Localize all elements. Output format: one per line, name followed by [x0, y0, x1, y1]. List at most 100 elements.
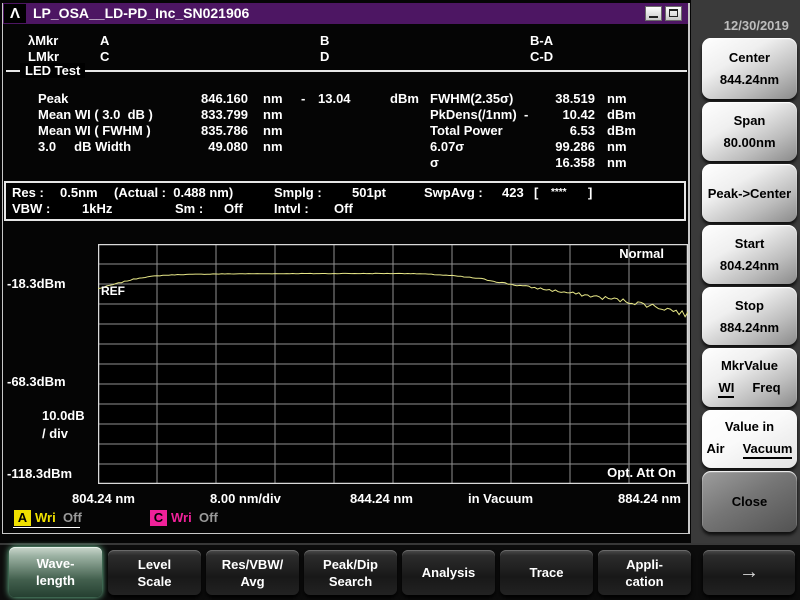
center-button-value: 844.24nm	[719, 72, 780, 87]
mean-wl-fwhm-unit: nm	[263, 123, 283, 138]
marker-c-d-label: C-D	[530, 49, 554, 64]
fwhm-unit: nm	[607, 91, 627, 106]
close-button[interactable]: Close	[702, 471, 797, 532]
x-axis-center-label: 844.24 nm	[350, 491, 413, 506]
total-power-unit: dBm	[607, 123, 636, 138]
start-button-value: 804.24nm	[719, 258, 780, 273]
window-titlebar: Λ LP_OSA__LD-PD_Inc_SN021906	[3, 3, 688, 24]
trace-mode-label: Normal	[619, 246, 664, 261]
sampling-value: 501pt	[352, 185, 386, 200]
level-marker-label: LMkr	[28, 49, 60, 64]
six-sigma-unit: nm	[607, 139, 627, 154]
peak-wavelength-unit: nm	[263, 91, 283, 106]
y-axis-mid-level-label: -68.3dBm	[7, 374, 66, 389]
tab-trace[interactable]: Trace	[500, 550, 593, 595]
res-actual-value: (Actual : 0.488 nm)	[114, 185, 234, 200]
pkdens-unit: dBm	[607, 107, 636, 122]
tab-peak-dip-search[interactable]: Peak/Dip Search	[304, 550, 397, 595]
tab-wavelength-label-line2: length	[36, 573, 75, 588]
start-button-label: Start	[734, 236, 765, 251]
six-sigma-label: 6.07σ	[430, 139, 465, 154]
trace-a-active-underline	[13, 527, 80, 528]
mean-wl-fwhm-value: 835.786	[201, 123, 248, 138]
sigma-unit: nm	[607, 155, 627, 170]
mean-wl-fwhm-label: Mean WI ( FWHM )	[38, 123, 151, 138]
tab-application-label-line1: Appli-	[626, 556, 663, 572]
trace-c-badge: C	[150, 510, 167, 526]
marker-b-a-label: B-A	[530, 33, 554, 48]
window-title: LP_OSA__LD-PD_Inc_SN021906	[33, 5, 250, 21]
mean-wl-3db-value: 833.799	[201, 107, 248, 122]
screen-border-left	[2, 3, 3, 534]
peak-to-center-button[interactable]: Peak->Center	[702, 164, 797, 222]
tab-res-vbw-avg-label-line1: Res/VBW/	[221, 556, 284, 572]
osa-application-window: Λ LP_OSA__LD-PD_Inc_SN021906 λMkr A B B-…	[0, 0, 800, 600]
vbw-value: 1kHz	[82, 201, 113, 216]
tab-res-vbw-avg-label-line2: Avg	[240, 573, 265, 589]
six-sigma-value: 99.286	[555, 139, 595, 154]
y-axis-scale-label: 10.0dB	[42, 408, 85, 423]
peak-wavelength-value: 846.160	[201, 91, 248, 106]
system-date: 12/30/2019	[723, 18, 789, 33]
marker-value-option-frequency[interactable]: Freq	[752, 380, 780, 398]
minimize-button[interactable]	[645, 6, 662, 21]
value-in-toggle-button[interactable]: Value in Air Vacuum	[702, 410, 797, 468]
interval-label: Intvl :	[274, 201, 309, 216]
tab-analysis[interactable]: Analysis	[402, 550, 495, 595]
total-power-label: Total Power	[430, 123, 503, 138]
span-button[interactable]: Span 80.00nm	[702, 102, 797, 161]
pkdens-sign: -	[524, 107, 529, 122]
tab-analysis-label: Analysis	[421, 565, 476, 580]
tab-level-scale-label-line1: Level	[137, 556, 172, 572]
sweep-average-bracket-open: [	[534, 185, 539, 200]
total-power-value: 6.53	[569, 123, 595, 138]
tab-res-vbw-avg[interactable]: Res/VBW/ Avg	[206, 550, 299, 595]
res-label: Res :	[12, 185, 44, 200]
tab-wavelength-label-line1: Wave-	[36, 556, 75, 571]
stop-wavelength-button[interactable]: Stop 884.24nm	[702, 287, 797, 345]
span-button-value: 80.00nm	[723, 135, 776, 150]
x-axis-stop-label: 884.24 nm	[618, 491, 681, 506]
mean-wl-3db-label: Mean WI ( 3.0 dB )	[38, 107, 153, 122]
value-in-option-air[interactable]: Air	[707, 441, 725, 459]
tab-more-menus[interactable]: →	[703, 550, 795, 595]
tab-wavelength[interactable]: Wave- length	[9, 547, 102, 597]
anritsu-logo-icon: Λ	[4, 4, 26, 23]
trace-a-badge: A	[14, 510, 31, 526]
maximize-button[interactable]	[665, 6, 682, 21]
softkey-panel: 12/30/2019 11:51:36 Center 844.24nm Span…	[691, 0, 800, 543]
spectrum-plot: REF Normal Opt. Att On	[98, 244, 688, 484]
tab-trace-label: Trace	[529, 565, 564, 580]
peak-to-center-button-label: Peak->Center	[707, 185, 792, 201]
screen-border-bottom	[2, 533, 690, 534]
marker-value-toggle-button[interactable]: MkrValue WI Freq	[702, 348, 797, 407]
peak-label: Peak	[38, 91, 69, 106]
led-test-section-title: LED Test	[20, 63, 86, 78]
sweep-average-label: SwpAvg :	[424, 185, 483, 200]
tab-level-scale[interactable]: Level Scale	[108, 550, 201, 595]
sweep-average-stars: ****	[551, 187, 567, 198]
x-axis-start-label: 804.24 nm	[72, 491, 135, 506]
value-in-option-vacuum[interactable]: Vacuum	[742, 441, 793, 459]
marker-a-label: A	[100, 33, 110, 48]
stop-button-value: 884.24nm	[719, 319, 780, 335]
start-wavelength-button[interactable]: Start 804.24nm	[702, 225, 797, 284]
x-axis-per-div-label: 8.00 nm/div	[210, 491, 281, 506]
marker-value-option-wavelength[interactable]: WI	[718, 380, 735, 398]
led-test-separator	[6, 70, 687, 72]
sigma-label: σ	[430, 155, 439, 170]
vbw-label: VBW :	[12, 201, 51, 216]
res-value: 0.5nm	[60, 185, 98, 200]
sweep-average-bracket-close: ]	[588, 185, 593, 200]
close-button-label: Close	[731, 494, 768, 509]
db-width-unit: nm	[263, 139, 283, 154]
optical-attenuator-status: Opt. Att On	[607, 465, 676, 480]
y-axis-ref-level-label: -18.3dBm	[7, 276, 66, 291]
center-wavelength-button[interactable]: Center 844.24nm	[702, 38, 797, 99]
trace-c-mode: Wri	[171, 510, 192, 525]
tab-application[interactable]: Appli- cation	[598, 550, 691, 595]
value-in-button-label: Value in	[724, 419, 775, 434]
tab-level-scale-label-line2: Scale	[137, 573, 172, 589]
db-width-label: 3.0 dB Width	[38, 139, 132, 154]
smoothing-value: Off	[224, 201, 243, 216]
